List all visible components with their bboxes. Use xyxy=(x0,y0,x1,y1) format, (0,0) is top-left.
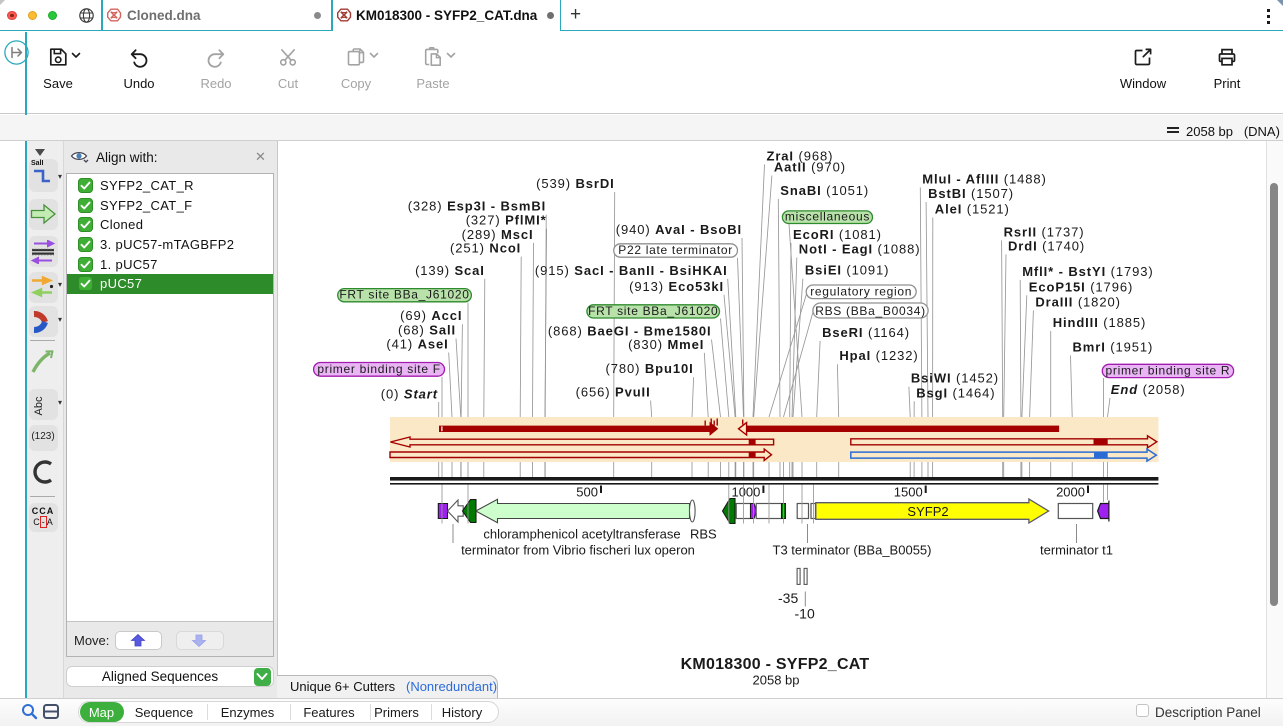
svg-text:End (2058): End (2058) xyxy=(1111,382,1186,397)
svg-text:FRT site BBa_J61020: FRT site BBa_J61020 xyxy=(588,304,718,318)
svg-text:500: 500 xyxy=(576,485,598,500)
svg-text:DraIII (1820): DraIII (1820) xyxy=(1035,294,1120,309)
svg-text:(69) AccI: (69) AccI xyxy=(400,308,462,323)
svg-text:BsiWI (1452): BsiWI (1452) xyxy=(911,371,999,386)
svg-text:2058 bp: 2058 bp xyxy=(753,673,800,688)
svg-text:BmrI (1951): BmrI (1951) xyxy=(1073,339,1154,354)
svg-text:1500: 1500 xyxy=(894,485,923,500)
svg-text:(0) Start: (0) Start xyxy=(381,386,438,401)
svg-text:SnaBI (1051): SnaBI (1051) xyxy=(780,183,869,198)
svg-text:(913) Eco53kI: (913) Eco53kI xyxy=(629,279,724,294)
svg-text:regulatory region: regulatory region xyxy=(810,284,912,298)
svg-text:P22 late terminator: P22 late terminator xyxy=(618,243,733,257)
svg-text:NotI - EagI (1088): NotI - EagI (1088) xyxy=(799,242,921,257)
svg-text:primer binding site F: primer binding site F xyxy=(317,362,440,376)
svg-text:(41) AseI: (41) AseI xyxy=(386,337,448,352)
svg-text:BstBI (1507): BstBI (1507) xyxy=(928,186,1014,201)
svg-text:chloramphenicol acetyltransfer: chloramphenicol acetyltransferase xyxy=(483,527,680,542)
svg-text:(539) BsrDI: (539) BsrDI xyxy=(536,176,615,191)
svg-text:terminator from Vibrio fischer: terminator from Vibrio fischeri lux oper… xyxy=(461,543,695,558)
svg-text:EcoP15I (1796): EcoP15I (1796) xyxy=(1029,279,1133,294)
svg-text:AatII (970): AatII (970) xyxy=(774,160,846,175)
svg-text:DrdI (1740): DrdI (1740) xyxy=(1008,238,1085,253)
svg-text:(68) SalI: (68) SalI xyxy=(398,323,456,338)
svg-text:(830) MmeI: (830) MmeI xyxy=(628,337,704,352)
svg-text:AleI (1521): AleI (1521) xyxy=(935,201,1010,216)
svg-text:SYFP2: SYFP2 xyxy=(907,504,948,519)
svg-text:(656) PvuII: (656) PvuII xyxy=(576,385,651,400)
svg-text:(251) NcoI: (251) NcoI xyxy=(450,241,521,256)
svg-text:miscellaneous: miscellaneous xyxy=(785,209,870,223)
svg-text:BsiEI (1091): BsiEI (1091) xyxy=(805,263,890,278)
svg-text:(780) Bpu10I: (780) Bpu10I xyxy=(605,361,693,376)
svg-text:BsgI (1464): BsgI (1464) xyxy=(916,385,995,400)
svg-text:RBS (BBa_B0034): RBS (BBa_B0034) xyxy=(815,304,926,318)
svg-text:KM018300 - SYFP2_CAT: KM018300 - SYFP2_CAT xyxy=(681,656,870,673)
svg-text:HindIII (1885): HindIII (1885) xyxy=(1053,315,1147,330)
svg-text:MluI - AflIII (1488): MluI - AflIII (1488) xyxy=(922,171,1046,186)
svg-text:primer binding site R: primer binding site R xyxy=(1106,363,1231,377)
svg-text:RsrII (1737): RsrII (1737) xyxy=(1004,224,1085,239)
svg-text:(327) PflMI*: (327) PflMI* xyxy=(466,213,547,228)
svg-text:1000: 1000 xyxy=(731,485,760,500)
svg-text:2000: 2000 xyxy=(1056,485,1085,500)
svg-text:BseRI (1164): BseRI (1164) xyxy=(822,325,910,340)
svg-text:(915) SacI - BanII - BsiHKAI: (915) SacI - BanII - BsiHKAI xyxy=(535,263,728,278)
svg-text:T3 terminator (BBa_B0055): T3 terminator (BBa_B0055) xyxy=(773,543,932,558)
svg-text:RBS: RBS xyxy=(690,527,717,542)
svg-text:(940) AvaI - BsoBI: (940) AvaI - BsoBI xyxy=(616,222,742,237)
svg-text:-10: -10 xyxy=(795,606,815,622)
svg-text:terminator t1: terminator t1 xyxy=(1040,543,1113,558)
svg-text:EcoRI (1081): EcoRI (1081) xyxy=(793,227,882,242)
svg-text:-35: -35 xyxy=(778,590,798,606)
svg-text:(328) Esp3I - BsmBI: (328) Esp3I - BsmBI xyxy=(408,199,547,214)
svg-text:FRT site BBa_J61020: FRT site BBa_J61020 xyxy=(339,288,469,302)
svg-text:HpaI (1232): HpaI (1232) xyxy=(839,348,918,363)
svg-text:MflI* - BstYI (1793): MflI* - BstYI (1793) xyxy=(1022,264,1153,279)
svg-text:(139) ScaI: (139) ScaI xyxy=(415,263,485,278)
